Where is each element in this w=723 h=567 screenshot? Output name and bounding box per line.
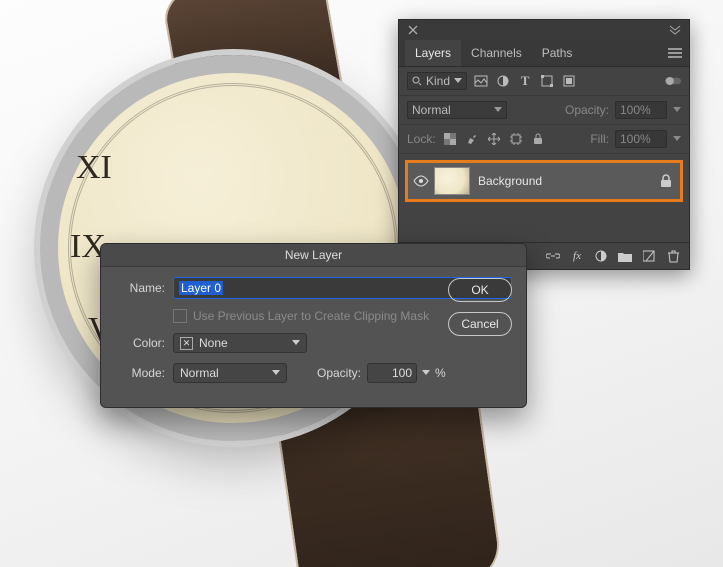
trash-icon[interactable] bbox=[665, 248, 681, 264]
filter-type-icon[interactable]: T bbox=[517, 73, 533, 89]
blend-mode-select[interactable]: Normal bbox=[407, 101, 507, 119]
lock-artboard-icon[interactable] bbox=[508, 131, 524, 147]
lock-label: Lock: bbox=[407, 132, 436, 146]
tab-channels[interactable]: Channels bbox=[461, 40, 532, 66]
layers-panel: Layers Channels Paths Kind T Normal bbox=[398, 19, 690, 270]
eye-icon bbox=[413, 175, 429, 187]
mask-icon[interactable] bbox=[593, 248, 609, 264]
lock-move-icon[interactable] bbox=[486, 131, 502, 147]
opacity-input[interactable]: 100 bbox=[367, 363, 417, 383]
filter-row: Kind T bbox=[399, 67, 689, 96]
filter-pixel-icon[interactable] bbox=[473, 73, 489, 89]
filter-kind-label: Kind bbox=[426, 74, 450, 88]
panel-menu-icon[interactable] bbox=[667, 45, 683, 61]
collapse-icon[interactable] bbox=[667, 22, 683, 38]
color-label: Color: bbox=[115, 336, 165, 350]
opacity-label: Opacity: bbox=[317, 366, 361, 380]
layer-name: Background bbox=[478, 174, 542, 188]
filter-toggle[interactable] bbox=[665, 73, 681, 89]
layer-background[interactable]: Background bbox=[405, 160, 683, 202]
opacity-label: Opacity: bbox=[565, 103, 609, 117]
visibility-toggle[interactable] bbox=[408, 175, 434, 187]
filter-shape-icon[interactable] bbox=[539, 73, 555, 89]
lock-row: Lock: Fill: 100% bbox=[399, 125, 689, 154]
fx-icon[interactable]: fx bbox=[569, 248, 585, 264]
new-layer-icon[interactable] bbox=[641, 248, 657, 264]
tab-layers[interactable]: Layers bbox=[405, 40, 461, 66]
lock-icon[interactable] bbox=[660, 174, 672, 188]
clipping-label: Use Previous Layer to Create Clipping Ma… bbox=[193, 309, 429, 323]
lock-brush-icon[interactable] bbox=[464, 131, 480, 147]
close-icon[interactable] bbox=[405, 22, 421, 38]
filter-smart-icon[interactable] bbox=[561, 73, 577, 89]
filter-kind-select[interactable]: Kind bbox=[407, 72, 467, 90]
clipping-checkbox bbox=[173, 309, 187, 323]
lock-all-icon[interactable] bbox=[530, 131, 546, 147]
filter-adjust-icon[interactable] bbox=[495, 73, 511, 89]
name-label: Name: bbox=[115, 281, 165, 295]
document-canvas: XI IX VIII VII Layers Channels Paths Kin… bbox=[0, 0, 723, 567]
blend-row: Normal Opacity: 100% bbox=[399, 96, 689, 125]
opacity-unit: % bbox=[435, 366, 446, 380]
ok-button[interactable]: OK bbox=[448, 278, 512, 302]
cancel-button[interactable]: Cancel bbox=[448, 312, 512, 336]
color-select[interactable]: ✕ None bbox=[173, 333, 307, 353]
layer-thumbnail bbox=[434, 167, 470, 195]
fill-label: Fill: bbox=[590, 132, 609, 146]
fill-field[interactable]: 100% bbox=[615, 130, 667, 148]
link-icon[interactable] bbox=[545, 248, 561, 264]
mode-label: Mode: bbox=[115, 366, 165, 380]
opacity-field[interactable]: 100% bbox=[615, 101, 667, 119]
panel-tabs: Layers Channels Paths bbox=[399, 40, 689, 67]
tab-paths[interactable]: Paths bbox=[532, 40, 583, 66]
folder-icon[interactable] bbox=[617, 248, 633, 264]
dialog-title: New Layer bbox=[101, 244, 526, 267]
new-layer-dialog: New Layer Name: Layer 0 Use Previous Lay… bbox=[100, 243, 527, 408]
mode-select[interactable]: Normal bbox=[173, 363, 287, 383]
panel-header bbox=[399, 20, 689, 40]
lock-transparent-icon[interactable] bbox=[442, 131, 458, 147]
